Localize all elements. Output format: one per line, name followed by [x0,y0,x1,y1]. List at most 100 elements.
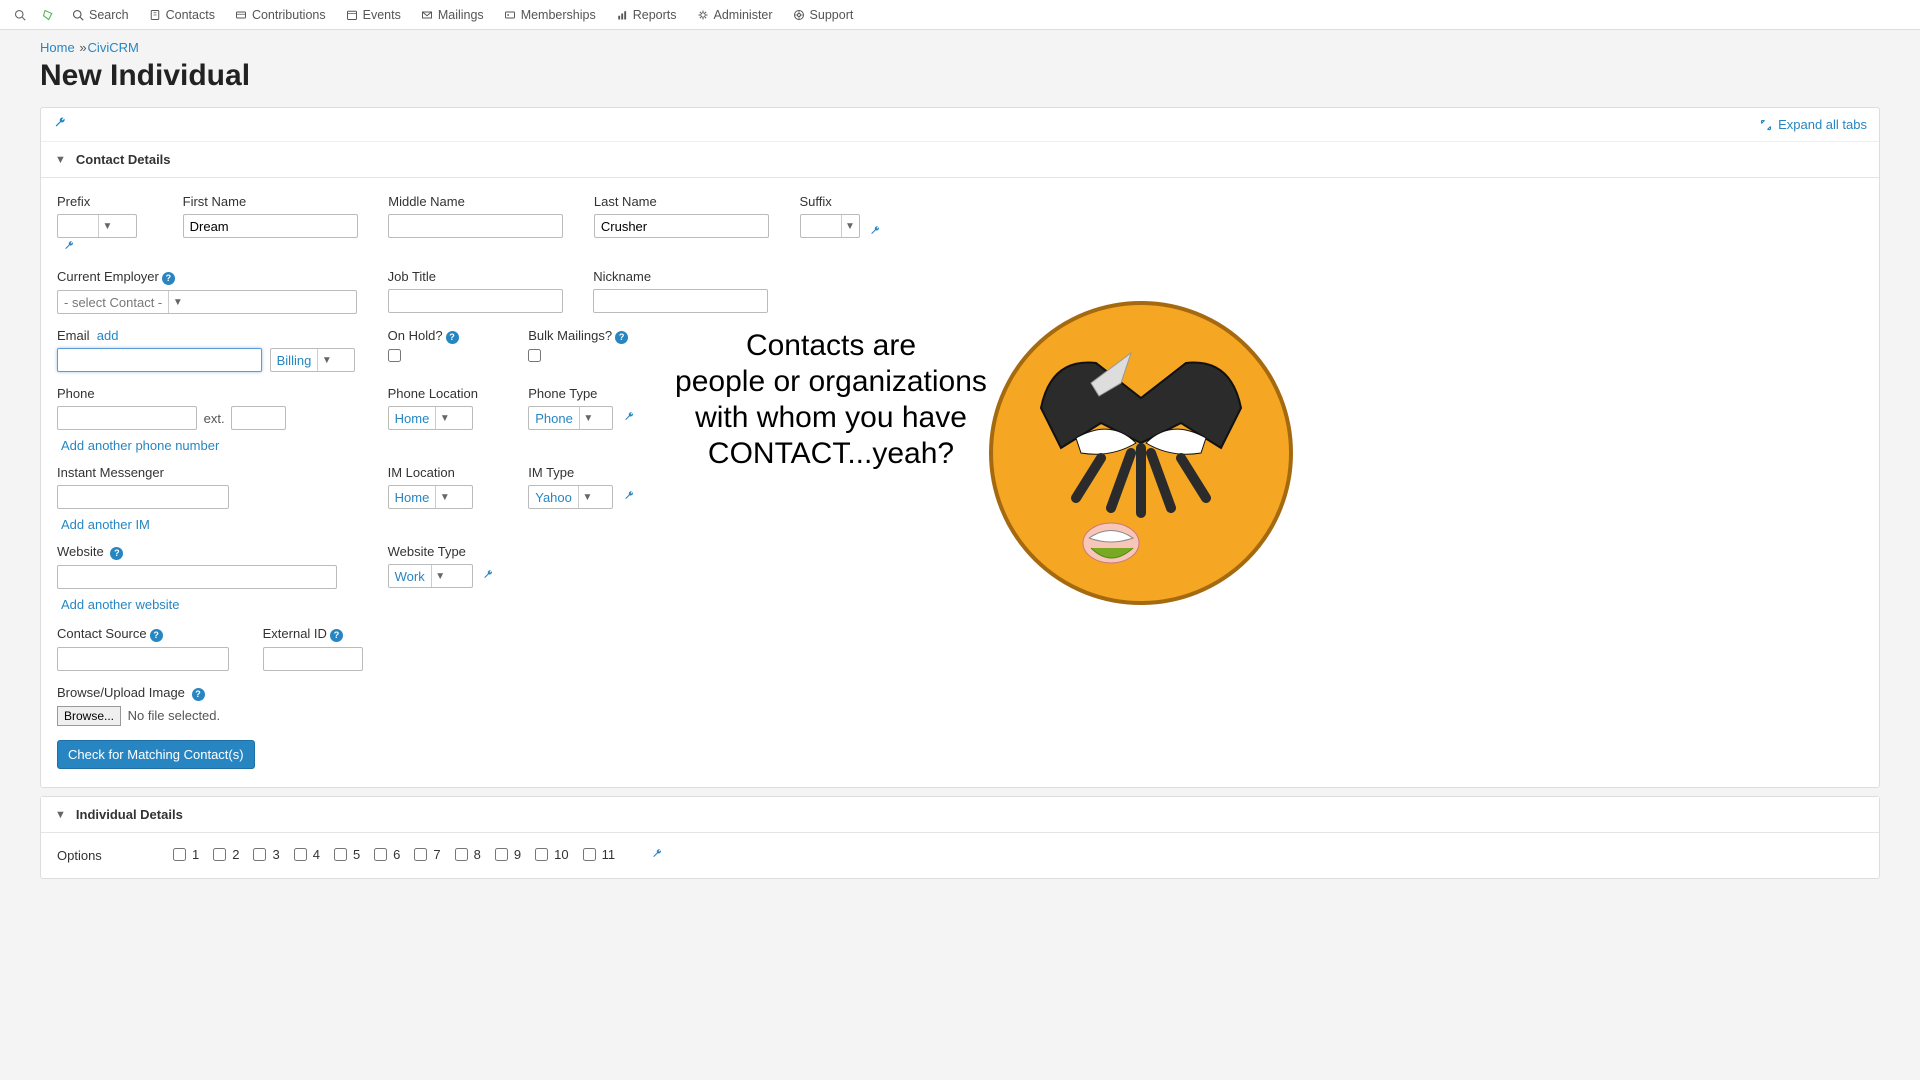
contact-details-body: Contacts are people or organizations wit… [41,178,1879,787]
last-name-input[interactable] [594,214,769,238]
caret-down-icon: ▼ [55,809,66,821]
nav-administer-label: Administer [714,8,773,22]
breadcrumb-civicrm[interactable]: CiviCRM [88,40,139,55]
middle-name-input[interactable] [388,214,563,238]
im-type-select[interactable]: Yahoo▼ [528,485,613,509]
phone-type-label: Phone Type [528,386,658,401]
suffix-select[interactable]: ▼ [800,214,860,238]
section-contact-details-label: Contact Details [76,152,171,167]
option-checkbox-5[interactable] [334,848,347,861]
option-checkbox-3[interactable] [253,848,266,861]
email-input[interactable] [57,348,262,372]
first-name-input[interactable] [183,214,358,238]
help-icon[interactable]: ? [162,272,175,285]
option-label: 3 [272,847,279,862]
option-3: 3 [253,847,279,862]
help-icon[interactable]: ? [192,688,205,701]
options-row: Options 1234567891011 [41,833,1879,878]
section-individual-details[interactable]: ▼ Individual Details [41,797,1879,833]
option-1: 1 [173,847,199,862]
option-checkbox-2[interactable] [213,848,226,861]
website-type-select[interactable]: Work▼ [388,564,473,588]
email-label: Email add [57,328,362,343]
option-checkbox-1[interactable] [173,848,186,861]
expand-all-tabs[interactable]: Expand all tabs [1760,117,1867,132]
on-hold-checkbox[interactable] [388,349,401,362]
option-checkbox-8[interactable] [455,848,468,861]
employer-select[interactable]: - select Contact -▼ [57,290,357,314]
help-icon[interactable]: ? [330,629,343,642]
im-location-select[interactable]: Home▼ [388,485,473,509]
option-checkbox-10[interactable] [535,848,548,861]
nav-memberships[interactable]: Memberships [496,4,604,26]
website-type-value: Work [389,565,431,587]
nav-mailings[interactable]: Mailings [413,4,492,26]
phone-location-select[interactable]: Home▼ [388,406,473,430]
civicrm-logo-icon[interactable] [36,5,60,25]
options-label: Options [57,848,157,863]
nav-events[interactable]: Events [338,4,409,26]
nav-contacts[interactable]: Contacts [141,4,223,26]
help-icon[interactable]: ? [615,331,628,344]
email-location-select[interactable]: Billing▼ [270,348,355,372]
wrench-icon[interactable] [623,490,635,505]
option-checkbox-7[interactable] [414,848,427,861]
job-title-input[interactable] [388,289,563,313]
phone-ext-input[interactable] [231,406,286,430]
nav-administer[interactable]: Administer [689,4,781,26]
option-label: 10 [554,847,568,862]
external-id-input[interactable] [263,647,363,671]
phone-type-select[interactable]: Phone▼ [528,406,613,430]
nav-reports[interactable]: Reports [608,4,685,26]
wrench-icon[interactable] [623,411,635,426]
wrench-icon[interactable] [869,225,881,240]
section-individual-details-label: Individual Details [76,807,183,822]
website-type-label: Website Type [388,544,518,559]
breadcrumb-home[interactable]: Home [40,40,75,55]
bulk-mailings-checkbox[interactable] [528,349,541,362]
add-email-link[interactable]: add [97,328,119,343]
middle-name-label: Middle Name [388,194,568,209]
contact-source-label: Contact Source? [57,626,237,642]
nav-events-label: Events [363,8,401,22]
option-7: 7 [414,847,440,862]
phone-type-value: Phone [529,407,579,429]
help-icon[interactable]: ? [446,331,459,344]
option-checkbox-6[interactable] [374,848,387,861]
option-checkbox-9[interactable] [495,848,508,861]
nav-support[interactable]: Support [785,4,862,26]
nav-support-label: Support [810,8,854,22]
chevron-down-icon: ▼ [98,215,116,237]
chevron-down-icon: ▼ [841,215,859,237]
search-icon[interactable] [8,5,32,25]
nickname-input[interactable] [593,289,768,313]
nav-search[interactable]: Search [64,4,137,26]
annotation-text: Contacts are people or organizations wit… [661,328,1001,472]
prefix-select[interactable]: ▼ [57,214,137,238]
breadcrumb: Home »CiviCRM [40,40,1880,55]
nav-contributions[interactable]: Contributions [227,4,334,26]
option-label: 8 [474,847,481,862]
nav-mailings-label: Mailings [438,8,484,22]
wrench-icon[interactable] [53,116,67,133]
nickname-label: Nickname [593,269,773,284]
im-input[interactable] [57,485,229,509]
check-matching-button[interactable]: Check for Matching Contact(s) [57,740,255,769]
im-location-label: IM Location [388,465,503,480]
wrench-icon[interactable] [482,569,494,584]
option-6: 6 [374,847,400,862]
option-checkbox-4[interactable] [294,848,307,861]
help-icon[interactable]: ? [110,547,123,560]
wrench-icon[interactable] [63,240,75,255]
contact-source-input[interactable] [57,647,229,671]
help-icon[interactable]: ? [150,629,163,642]
wrench-icon[interactable] [651,848,663,863]
option-checkbox-11[interactable] [583,848,596,861]
option-5: 5 [334,847,360,862]
section-contact-details[interactable]: ▼ Contact Details [41,142,1879,178]
prefix-label: Prefix [57,194,157,209]
external-id-label: External ID? [263,626,413,642]
website-input[interactable] [57,565,337,589]
browse-button[interactable]: Browse... [57,706,121,726]
phone-input[interactable] [57,406,197,430]
